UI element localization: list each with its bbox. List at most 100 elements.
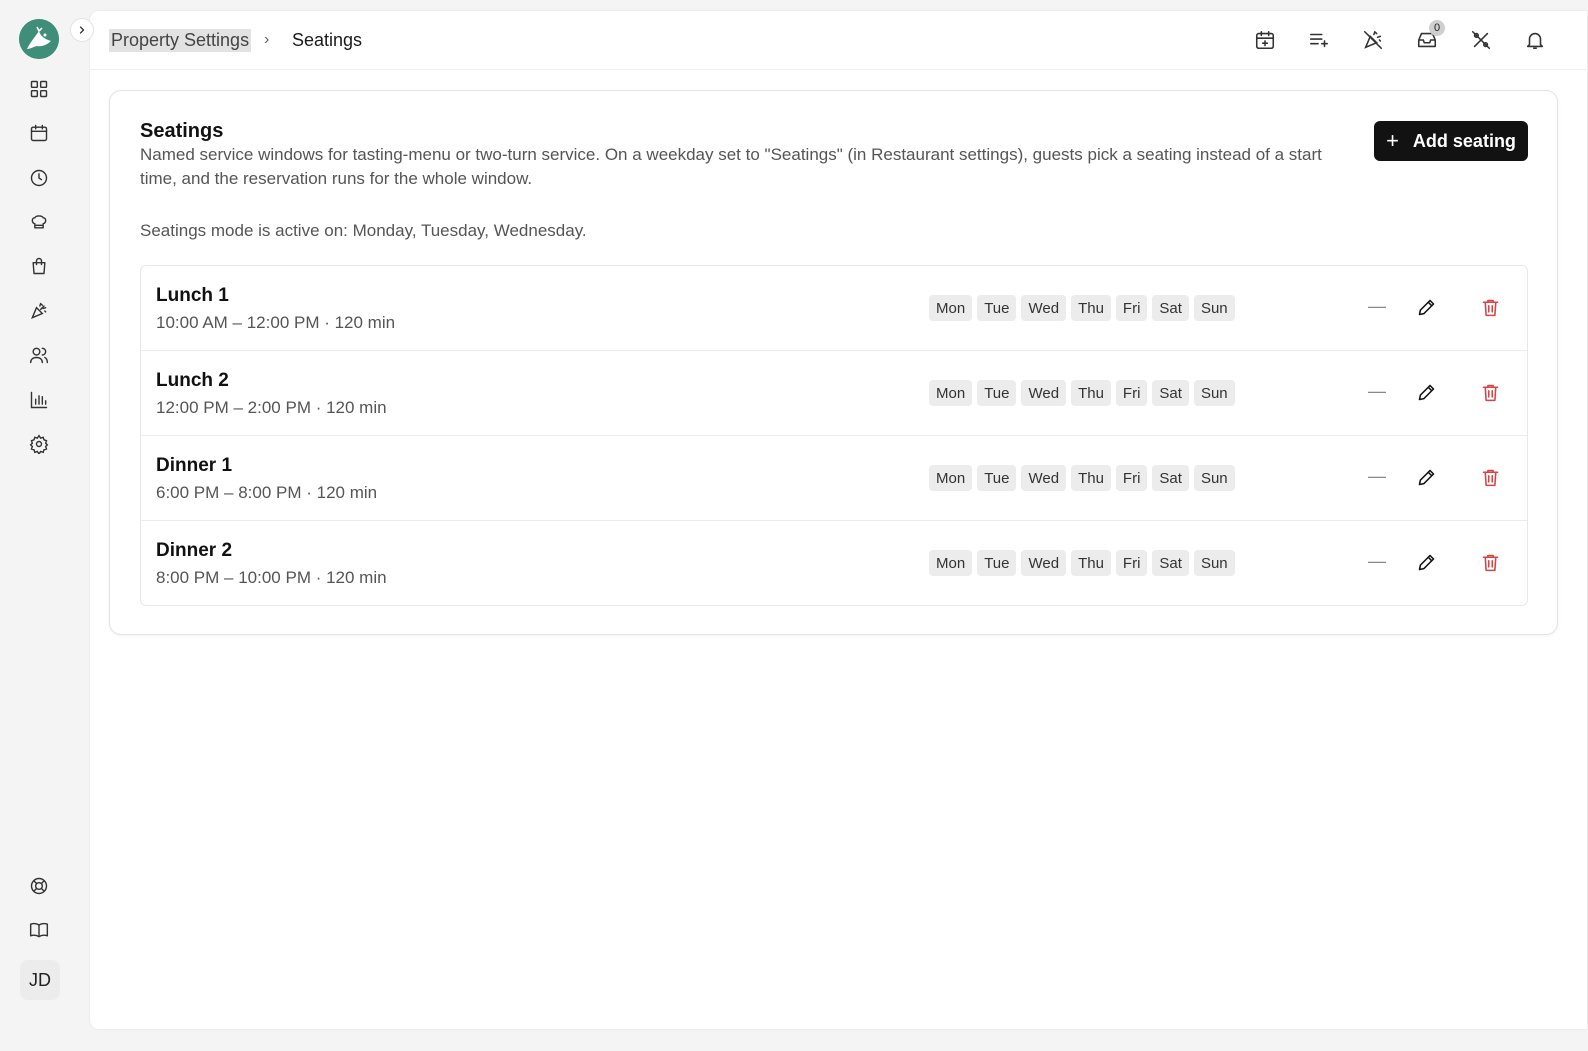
edit-seating-button[interactable] — [1414, 295, 1438, 319]
chevron-right-icon — [79, 26, 85, 34]
sidebar-item-settings[interactable] — [28, 433, 50, 455]
notifications-button[interactable] — [1523, 28, 1547, 52]
chef-hat-icon — [31, 215, 47, 229]
seating-days: Mon Tue Wed Thu Fri Sat Sun — [929, 465, 1235, 491]
pencil-icon — [1418, 299, 1434, 315]
book-icon — [29, 922, 49, 938]
plus-icon: + — [1386, 128, 1399, 153]
delete-seating-button[interactable] — [1478, 295, 1502, 319]
day-chip-fri: Fri — [1115, 295, 1148, 321]
seatings-description: Named service windows for tasting-menu o… — [140, 145, 1322, 188]
party-popper-off-icon — [1363, 30, 1383, 50]
shopping-bag-icon — [32, 257, 46, 275]
day-chip-mon: Mon — [929, 295, 973, 321]
day-chip-tue: Tue — [977, 550, 1017, 576]
sidebar-item-dashboard[interactable] — [28, 78, 50, 100]
trash-icon — [1482, 299, 1498, 316]
list-add-icon — [1309, 33, 1329, 48]
day-chip-thu: Thu — [1071, 550, 1111, 576]
new-reservation-button[interactable] — [1253, 28, 1277, 52]
sidebar-item-kitchen[interactable] — [28, 211, 50, 233]
clock-icon — [30, 169, 48, 187]
user-avatar[interactable]: JD — [20, 960, 60, 1000]
sidebar-item-shop[interactable] — [28, 255, 50, 277]
trash-icon — [1482, 469, 1498, 486]
day-chip-sun: Sun — [1193, 465, 1235, 491]
brand-logo[interactable] — [19, 19, 59, 59]
seating-status[interactable]: — — [1368, 296, 1386, 317]
seating-status[interactable]: — — [1368, 466, 1386, 487]
pencil-icon — [1418, 554, 1434, 570]
day-chip-fri: Fri — [1115, 380, 1148, 406]
day-chip-sat: Sat — [1152, 550, 1189, 576]
sidebar-item-history[interactable] — [28, 167, 50, 189]
waitlist-button[interactable] — [1307, 28, 1331, 52]
sidebar-item-calendar[interactable] — [28, 122, 50, 144]
delete-seating-button[interactable] — [1478, 465, 1502, 489]
seating-status[interactable]: — — [1368, 551, 1386, 572]
sidebar-item-support[interactable] — [28, 875, 50, 897]
sidebar-item-docs[interactable] — [28, 919, 50, 941]
sidebar-item-reports[interactable] — [28, 389, 50, 411]
add-seating-button[interactable]: + Add seating — [1374, 121, 1528, 161]
add-seating-label: Add seating — [1412, 130, 1516, 151]
seatings-card: Seatings Named service windows for tasti… — [109, 90, 1558, 635]
seating-days: Mon Tue Wed Thu Fri Sat Sun — [929, 380, 1235, 406]
delete-seating-button[interactable] — [1478, 550, 1502, 574]
day-chip-sun: Sun — [1193, 295, 1235, 321]
sidebar-item-guests[interactable] — [28, 344, 50, 366]
trash-icon — [1482, 384, 1498, 401]
day-chip-mon: Mon — [929, 465, 973, 491]
seating-time: 10:00 AM – 12:00 PM · 120 min — [156, 313, 396, 332]
events-toggle-button[interactable] — [1361, 28, 1385, 52]
seating-days: Mon Tue Wed Thu Fri Sat Sun — [929, 295, 1235, 321]
seating-time: 12:00 PM – 2:00 PM · 120 min — [156, 398, 387, 417]
bell-icon — [1526, 32, 1544, 50]
edit-seating-button[interactable] — [1414, 550, 1438, 574]
seating-status[interactable]: — — [1368, 381, 1386, 402]
gear-icon — [29, 434, 49, 454]
day-chip-sun: Sun — [1193, 380, 1235, 406]
discounts-button[interactable] — [1469, 28, 1493, 52]
day-chip-fri: Fri — [1115, 465, 1148, 491]
seating-name: Lunch 2 — [156, 370, 229, 391]
edit-seating-button[interactable] — [1414, 380, 1438, 404]
lifebuoy-icon — [30, 877, 48, 895]
seating-name: Dinner 1 — [156, 455, 233, 476]
day-chip-tue: Tue — [977, 380, 1017, 406]
pencil-icon — [1418, 469, 1434, 485]
sidebar-item-events[interactable] — [28, 300, 50, 322]
pencil-icon — [1418, 384, 1434, 400]
edit-seating-button[interactable] — [1414, 465, 1438, 489]
seating-time: 6:00 PM – 8:00 PM · 120 min — [156, 483, 378, 502]
seating-days: Mon Tue Wed Thu Fri Sat Sun — [929, 550, 1235, 576]
users-icon — [29, 347, 49, 364]
sidebar-expand-button[interactable] — [70, 18, 94, 42]
seatings-mode-note: Seatings mode is active on: Monday, Tues… — [140, 221, 587, 240]
day-chip-thu: Thu — [1071, 380, 1111, 406]
day-chip-wed: Wed — [1021, 380, 1067, 406]
seating-name: Lunch 1 — [156, 285, 229, 306]
delete-seating-button[interactable] — [1478, 380, 1502, 404]
breadcrumb-property-settings[interactable]: Property Settings — [109, 29, 252, 52]
breadcrumb-current: Seatings — [292, 30, 363, 50]
party-popper-icon — [31, 302, 47, 319]
calendar-icon — [30, 124, 48, 142]
inbox-button[interactable]: 0 — [1415, 20, 1445, 52]
percent-off-icon — [1471, 30, 1491, 50]
day-chip-mon: Mon — [929, 380, 973, 406]
seatings-list: Lunch 1 10:00 AM – 12:00 PM · 120 min Mo… — [140, 265, 1528, 606]
seating-row: Dinner 2 8:00 PM – 10:00 PM · 120 min Mo… — [141, 521, 1527, 606]
bar-chart-icon — [30, 391, 48, 409]
seating-row: Lunch 1 10:00 AM – 12:00 PM · 120 min Mo… — [141, 266, 1527, 351]
main-panel: Property Settings › Seatings 0 Seatings … — [89, 10, 1588, 1030]
day-chip-wed: Wed — [1021, 550, 1067, 576]
seating-row: Dinner 1 6:00 PM – 8:00 PM · 120 min Mon… — [141, 436, 1527, 521]
seating-time: 8:00 PM – 10:00 PM · 120 min — [156, 568, 387, 587]
breadcrumb-separator: › — [264, 31, 270, 48]
page-title: Seatings — [140, 120, 224, 142]
day-chip-thu: Thu — [1071, 295, 1111, 321]
day-chip-tue: Tue — [977, 465, 1017, 491]
seating-name: Dinner 2 — [156, 540, 233, 561]
day-chip-tue: Tue — [977, 295, 1017, 321]
